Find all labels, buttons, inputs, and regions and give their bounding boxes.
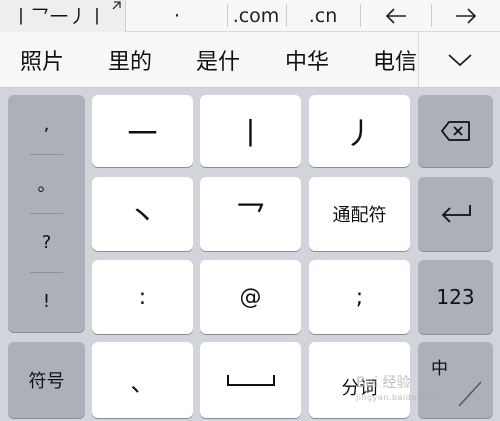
shortcut-dotcom[interactable]: .com	[228, 0, 284, 31]
arrow-left-icon	[385, 7, 406, 24]
punct-comma-key[interactable]: ,	[8, 95, 85, 154]
candidate-item[interactable]: 是什	[196, 32, 240, 87]
at-key[interactable]: @	[200, 260, 301, 334]
space-key[interactable]	[200, 342, 301, 418]
cursor-right-button[interactable]	[432, 0, 500, 31]
expand-icon[interactable]	[111, 1, 121, 14]
candidate-item[interactable]: 中华	[285, 32, 329, 87]
colon-key[interactable]: :	[92, 260, 193, 334]
candidate-item[interactable]: 照片	[20, 32, 64, 87]
arrow-right-icon	[456, 7, 477, 24]
semicolon-key[interactable]: ;	[309, 260, 410, 334]
punct-period-key[interactable]: 。	[8, 154, 85, 213]
chevron-down-icon	[447, 54, 472, 67]
expand-candidates-button[interactable]	[418, 32, 500, 87]
return-icon	[441, 205, 471, 223]
stroke-zhe-key[interactable]: 乛	[200, 177, 301, 251]
cursor-left-button[interactable]	[361, 0, 431, 31]
watermark-text: Bai 经验	[356, 375, 411, 391]
watermark: Bai 经验 jingyan.baidu.com	[356, 372, 438, 402]
shortcut-bar: 丨乛一丿丨 · .com .cn	[0, 0, 500, 32]
composition-text: 丨乛一丿丨	[12, 7, 107, 28]
stroke-dian-key[interactable]: 丶	[92, 177, 193, 251]
punct-question-key[interactable]: ?	[8, 213, 85, 272]
switch-slash-icon	[458, 381, 482, 407]
punct-exclaim-key[interactable]: !	[8, 272, 85, 331]
dun-comma-key[interactable]: 、	[92, 342, 193, 418]
space-icon	[226, 375, 275, 386]
shortcut-dot[interactable]: ·	[127, 0, 227, 31]
numbers-key[interactable]: 123	[418, 260, 493, 334]
candidate-item[interactable]: 电信	[373, 32, 417, 87]
shortcut-dotcn[interactable]: .cn	[287, 0, 359, 31]
candidate-bar: 照片 里的 是什 中华 电信	[0, 32, 500, 88]
wildcard-key[interactable]: 通配符	[309, 177, 410, 251]
stroke-pie-key[interactable]: 丿	[309, 95, 410, 167]
stroke-heng-key[interactable]: 一	[92, 95, 193, 167]
watermark-subtext: jingyan.baidu.com	[356, 393, 439, 402]
return-key[interactable]	[418, 177, 493, 251]
composition-field[interactable]: 丨乛一丿丨	[0, 0, 126, 32]
candidate-item[interactable]: 里的	[108, 32, 152, 87]
delete-key[interactable]	[418, 95, 493, 167]
punctuation-column: , 。 ? !	[8, 95, 85, 332]
backspace-icon	[440, 121, 470, 141]
stroke-shu-key[interactable]: 丨	[200, 95, 301, 167]
symbols-key[interactable]: 符号	[8, 342, 85, 418]
